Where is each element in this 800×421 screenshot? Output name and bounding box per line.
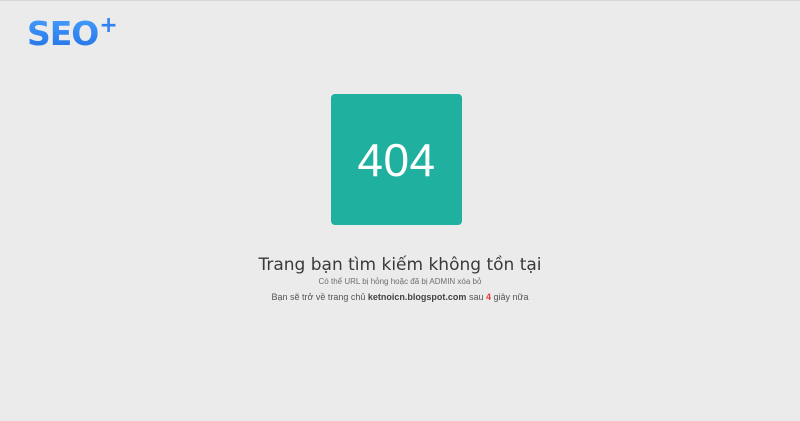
logo-plus-icon: + xyxy=(99,13,118,38)
top-divider xyxy=(0,0,800,1)
error-page: SEO + 404 Trang bạn tìm kiếm không tồn t… xyxy=(0,0,800,421)
redirect-middle: sau xyxy=(468,292,484,302)
redirect-suffix: giây nữa xyxy=(493,292,529,302)
homepage-link[interactable]: ketnoicn.blogspot.com xyxy=(368,292,467,302)
redirect-notice: Bạn sẽ trở về trang chủ ketnoicn.blogspo… xyxy=(0,291,800,303)
logo-text: SEO xyxy=(27,14,99,53)
error-code: 404 xyxy=(357,133,436,186)
error-heading: Trang bạn tìm kiếm không tồn tại xyxy=(258,255,542,275)
error-subline: Có thể URL bị hỏng hoặc đã bị ADMIN xóa … xyxy=(318,277,482,286)
redirect-prefix: Bạn sẽ trở về trang chủ xyxy=(271,292,366,302)
error-messages: Trang bạn tìm kiếm không tồn tại Có thể … xyxy=(0,254,800,303)
seo-plus-logo: SEO + xyxy=(27,14,118,54)
error-code-box: 404 xyxy=(331,94,462,225)
countdown-seconds: 4 xyxy=(485,292,491,302)
